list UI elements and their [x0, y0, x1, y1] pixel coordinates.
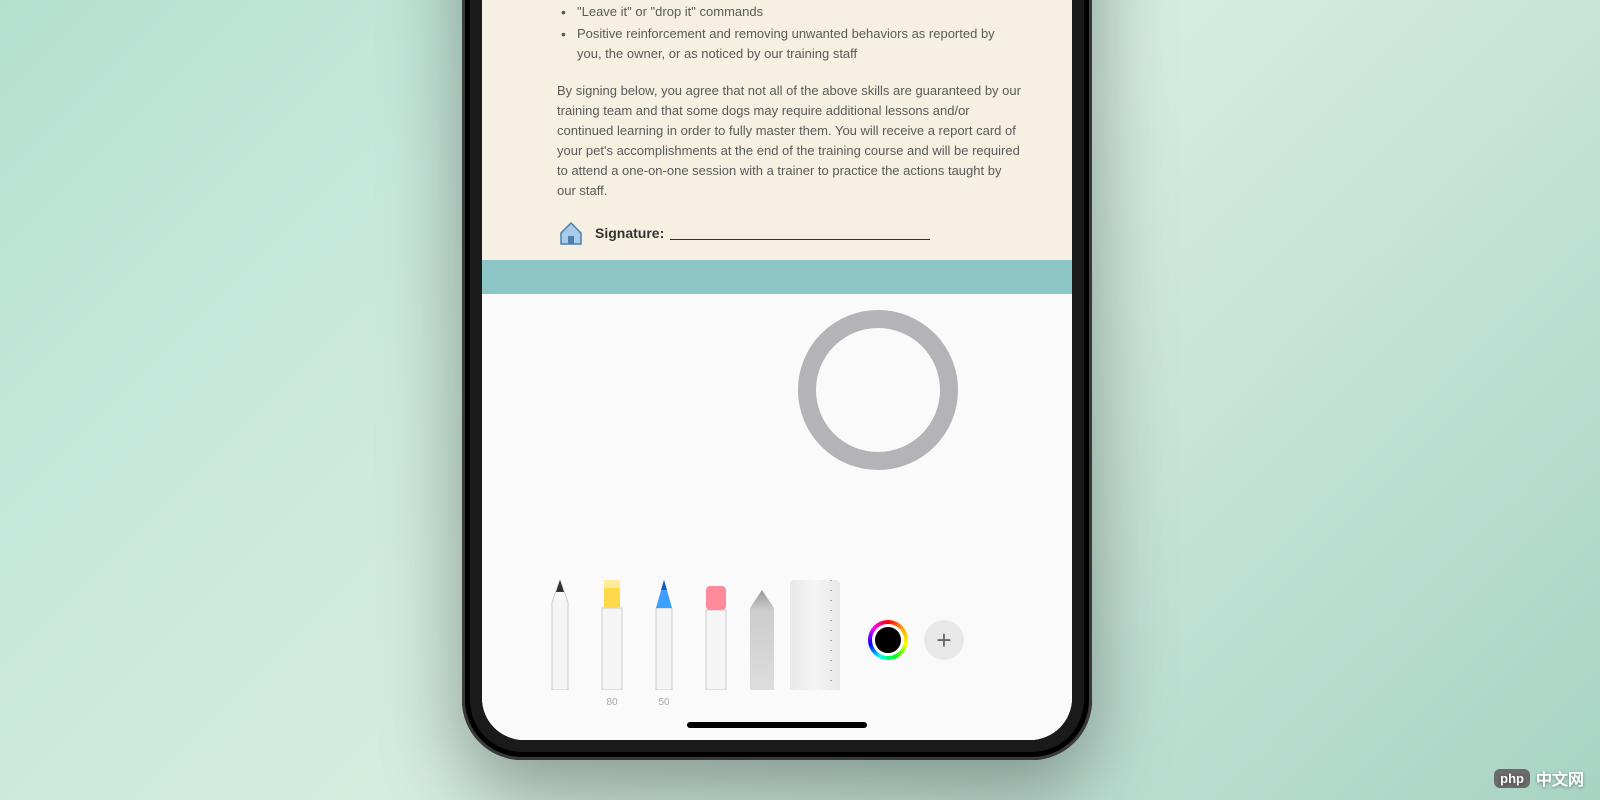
pencil-tool[interactable]: 50 — [646, 580, 682, 690]
add-button[interactable]: + — [924, 620, 964, 660]
highlighter-tool[interactable]: 80 — [594, 580, 630, 690]
color-picker[interactable] — [868, 620, 908, 660]
phone-frame: Walking on a leash calmly "Leave it" or … — [462, 0, 1092, 760]
tool-opacity-label: 80 — [606, 697, 617, 708]
phone-screen: Walking on a leash calmly "Leave it" or … — [482, 0, 1072, 740]
document-preview[interactable]: Walking on a leash calmly "Leave it" or … — [482, 0, 1072, 292]
signature-underline[interactable] — [670, 226, 930, 240]
watermark-text: 中文网 — [1536, 766, 1584, 790]
document-content: Walking on a leash calmly "Leave it" or … — [557, 0, 1022, 247]
house-icon — [557, 219, 585, 247]
document-footer-bar — [482, 260, 1072, 294]
lasso-tool[interactable] — [750, 590, 774, 690]
tool-opacity-label: 50 — [658, 697, 669, 708]
markup-toolbar: A Text Signature Magnifier — [482, 294, 1072, 740]
watermark: php 中文网 — [1494, 766, 1584, 790]
bullet-list: Walking on a leash calmly "Leave it" or … — [557, 0, 1022, 65]
home-indicator[interactable] — [687, 722, 867, 728]
eraser-tool[interactable] — [698, 580, 734, 690]
list-item: Positive reinforcement and removing unwa… — [557, 24, 1022, 64]
pen-tool[interactable] — [542, 580, 578, 690]
signature-label: Signature: — [595, 223, 664, 245]
tool-row: 80 50 + — [542, 580, 1032, 690]
watermark-badge: php — [1494, 769, 1530, 788]
ruler-tool[interactable] — [790, 580, 840, 690]
agreement-paragraph: By signing below, you agree that not all… — [557, 81, 1022, 202]
list-item: "Leave it" or "drop it" commands — [557, 2, 1022, 22]
signature-row: Signature: — [557, 219, 1022, 247]
